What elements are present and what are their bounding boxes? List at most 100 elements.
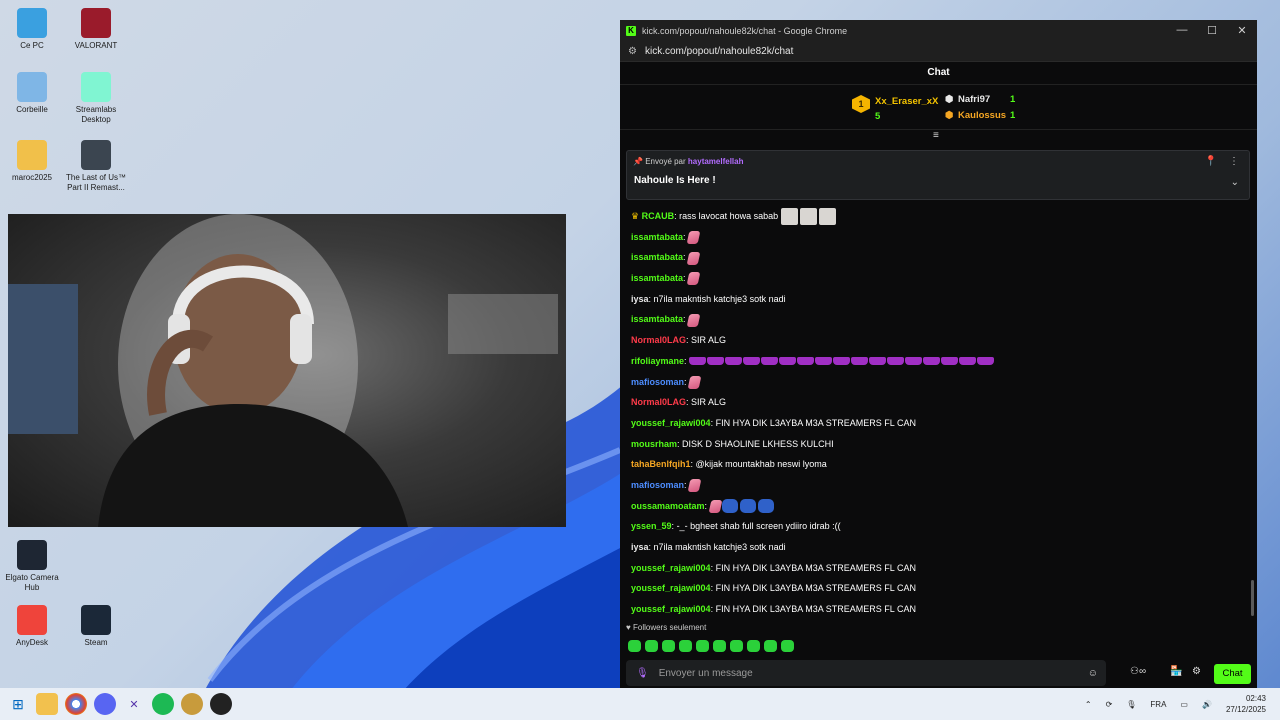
emote-icon[interactable] (977, 357, 995, 366)
emote-icon[interactable] (686, 230, 701, 244)
pinned-user[interactable]: haytamelfellah (688, 157, 744, 166)
emote-button[interactable] (679, 640, 692, 652)
chat-username[interactable]: tahaBenlfqih1 (631, 459, 691, 469)
emote-icon[interactable] (959, 357, 977, 366)
chat-username[interactable]: mafiosoman (631, 480, 684, 490)
emote-icon[interactable] (797, 357, 815, 366)
maximize-button[interactable]: ☐ (1197, 24, 1227, 37)
chat-username[interactable]: Normal0LAG (631, 335, 686, 345)
emote-icon[interactable] (686, 313, 701, 327)
desktop-icon[interactable]: Streamlabs Desktop (64, 72, 128, 125)
chat-username[interactable]: RCAUB (642, 211, 675, 221)
emote-icon[interactable] (687, 479, 702, 493)
send-chat-button[interactable]: Chat (1214, 664, 1251, 684)
tray-overflow-icon[interactable]: ⌃ (1085, 700, 1092, 709)
chat-username[interactable]: Normal0LAG (631, 397, 686, 407)
emote-button[interactable] (696, 640, 709, 652)
chat-username[interactable]: youssef_rajawi004 (631, 563, 711, 573)
chat-username[interactable]: mousrham (631, 439, 677, 449)
emote-button[interactable] (662, 640, 675, 652)
chat-username[interactable]: issamtabata (631, 252, 683, 262)
emote-button[interactable] (713, 640, 726, 652)
leader-third-name[interactable]: Kaulossus (958, 110, 1006, 121)
emote-button[interactable] (730, 640, 743, 652)
microphone-tray-icon[interactable]: 🎙 (1126, 700, 1136, 709)
file-explorer-icon[interactable] (36, 693, 58, 715)
site-settings-icon[interactable]: ⚙ (628, 46, 637, 57)
chat-username[interactable]: issamtabata (631, 273, 683, 283)
network-icon[interactable]: ▭ (1180, 700, 1188, 709)
emote-button[interactable] (628, 640, 641, 652)
close-button[interactable]: ✕ (1227, 24, 1257, 37)
emote-icon[interactable] (851, 357, 869, 366)
chat-username[interactable]: youssef_rajawi004 (631, 583, 711, 593)
points-icon[interactable]: ⚇∞ (1130, 666, 1146, 677)
chrome-icon[interactable] (65, 693, 87, 715)
chat-username[interactable]: rifoliaymane (631, 356, 684, 366)
emote-icon[interactable] (743, 357, 761, 366)
desktop-icon[interactable]: Elgato Camera Hub (0, 540, 64, 593)
collapse-leaderboard-icon[interactable]: ≡ (933, 130, 939, 141)
spotify-icon[interactable] (152, 693, 174, 715)
chat-username[interactable]: yssen_59 (631, 521, 672, 531)
emote-icon[interactable] (687, 375, 702, 389)
emote-button[interactable] (781, 640, 794, 652)
emote-button[interactable] (764, 640, 777, 652)
emote-icon[interactable] (707, 357, 725, 366)
chat-username[interactable]: mafiosoman (631, 377, 684, 387)
desktop-icon[interactable]: VALORANT (64, 8, 128, 51)
obs-icon[interactable] (210, 693, 232, 715)
emote-icon[interactable] (905, 357, 923, 366)
chat-username[interactable]: iysa (631, 294, 649, 304)
more-options-icon[interactable]: ⋮ (1229, 156, 1239, 167)
discord-icon[interactable] (94, 693, 116, 715)
emote-icon[interactable] (923, 357, 941, 366)
desktop-icon[interactable]: maroc2025 (0, 140, 64, 183)
emote-icon[interactable] (761, 357, 779, 366)
volume-icon[interactable]: 🔊 (1202, 700, 1212, 709)
emote-icon[interactable] (799, 208, 817, 226)
league-client-icon[interactable] (181, 693, 203, 715)
desktop-icon[interactable]: AnyDesk (0, 605, 64, 648)
leader-first-name[interactable]: Xx_Eraser_xX (875, 96, 938, 107)
emote-icon[interactable] (869, 357, 887, 366)
chat-username[interactable]: issamtabata (631, 314, 683, 324)
desktop-icon[interactable]: The Last of Us™ Part II Remast... (64, 140, 128, 193)
language-indicator[interactable]: FRA (1150, 700, 1166, 709)
chat-username[interactable]: youssef_rajawi004 (631, 604, 711, 614)
emote-icon[interactable] (780, 208, 798, 226)
emote-icon[interactable] (941, 357, 959, 366)
desktop-icon[interactable]: Steam (64, 605, 128, 648)
desktop-icon[interactable]: Ce PC (0, 8, 64, 51)
emote-icon[interactable] (887, 357, 905, 366)
emote-icon[interactable] (708, 499, 722, 513)
emoji-picker-icon[interactable]: ☺ (1088, 668, 1098, 679)
emote-icon[interactable] (818, 208, 836, 226)
emote-icon[interactable] (686, 272, 701, 286)
emote-icon[interactable] (725, 357, 743, 366)
expand-chevron-icon[interactable]: ⌄ (1231, 177, 1239, 188)
chat-username[interactable]: youssef_rajawi004 (631, 418, 711, 428)
sync-icon[interactable]: ⟳ (1106, 700, 1113, 709)
settings-gear-icon[interactable]: ⚙ (1192, 666, 1201, 677)
emote-icon[interactable] (757, 499, 774, 514)
store-icon[interactable]: 🏪 (1170, 666, 1182, 677)
desktop-icon[interactable]: Corbeille (0, 72, 64, 115)
chat-username[interactable]: issamtabata (631, 232, 683, 242)
emote-button[interactable] (747, 640, 760, 652)
leader-second-name[interactable]: Nafri97 (958, 94, 990, 105)
address-bar[interactable]: ⚙ kick.com/popout/nahoule82k/chat (620, 41, 1257, 62)
message-input[interactable]: 🎙 Envoyer un message ☺ (626, 660, 1106, 686)
microphone-icon[interactable]: 🎙 (636, 668, 649, 679)
emote-icon[interactable] (833, 357, 851, 366)
emote-icon[interactable] (689, 357, 707, 366)
emote-icon[interactable] (721, 499, 738, 514)
emote-icon[interactable] (779, 357, 797, 366)
clock[interactable]: 02:43 27/12/2025 (1226, 693, 1266, 715)
emote-icon[interactable] (739, 499, 756, 514)
emote-button[interactable] (645, 640, 658, 652)
chat-username[interactable]: oussamamoatam (631, 501, 705, 511)
start-windows-icon[interactable]: ⊞ (7, 693, 29, 715)
chat-scrollbar[interactable] (1251, 580, 1254, 616)
unpin-icon[interactable]: 📍 (1205, 156, 1217, 167)
